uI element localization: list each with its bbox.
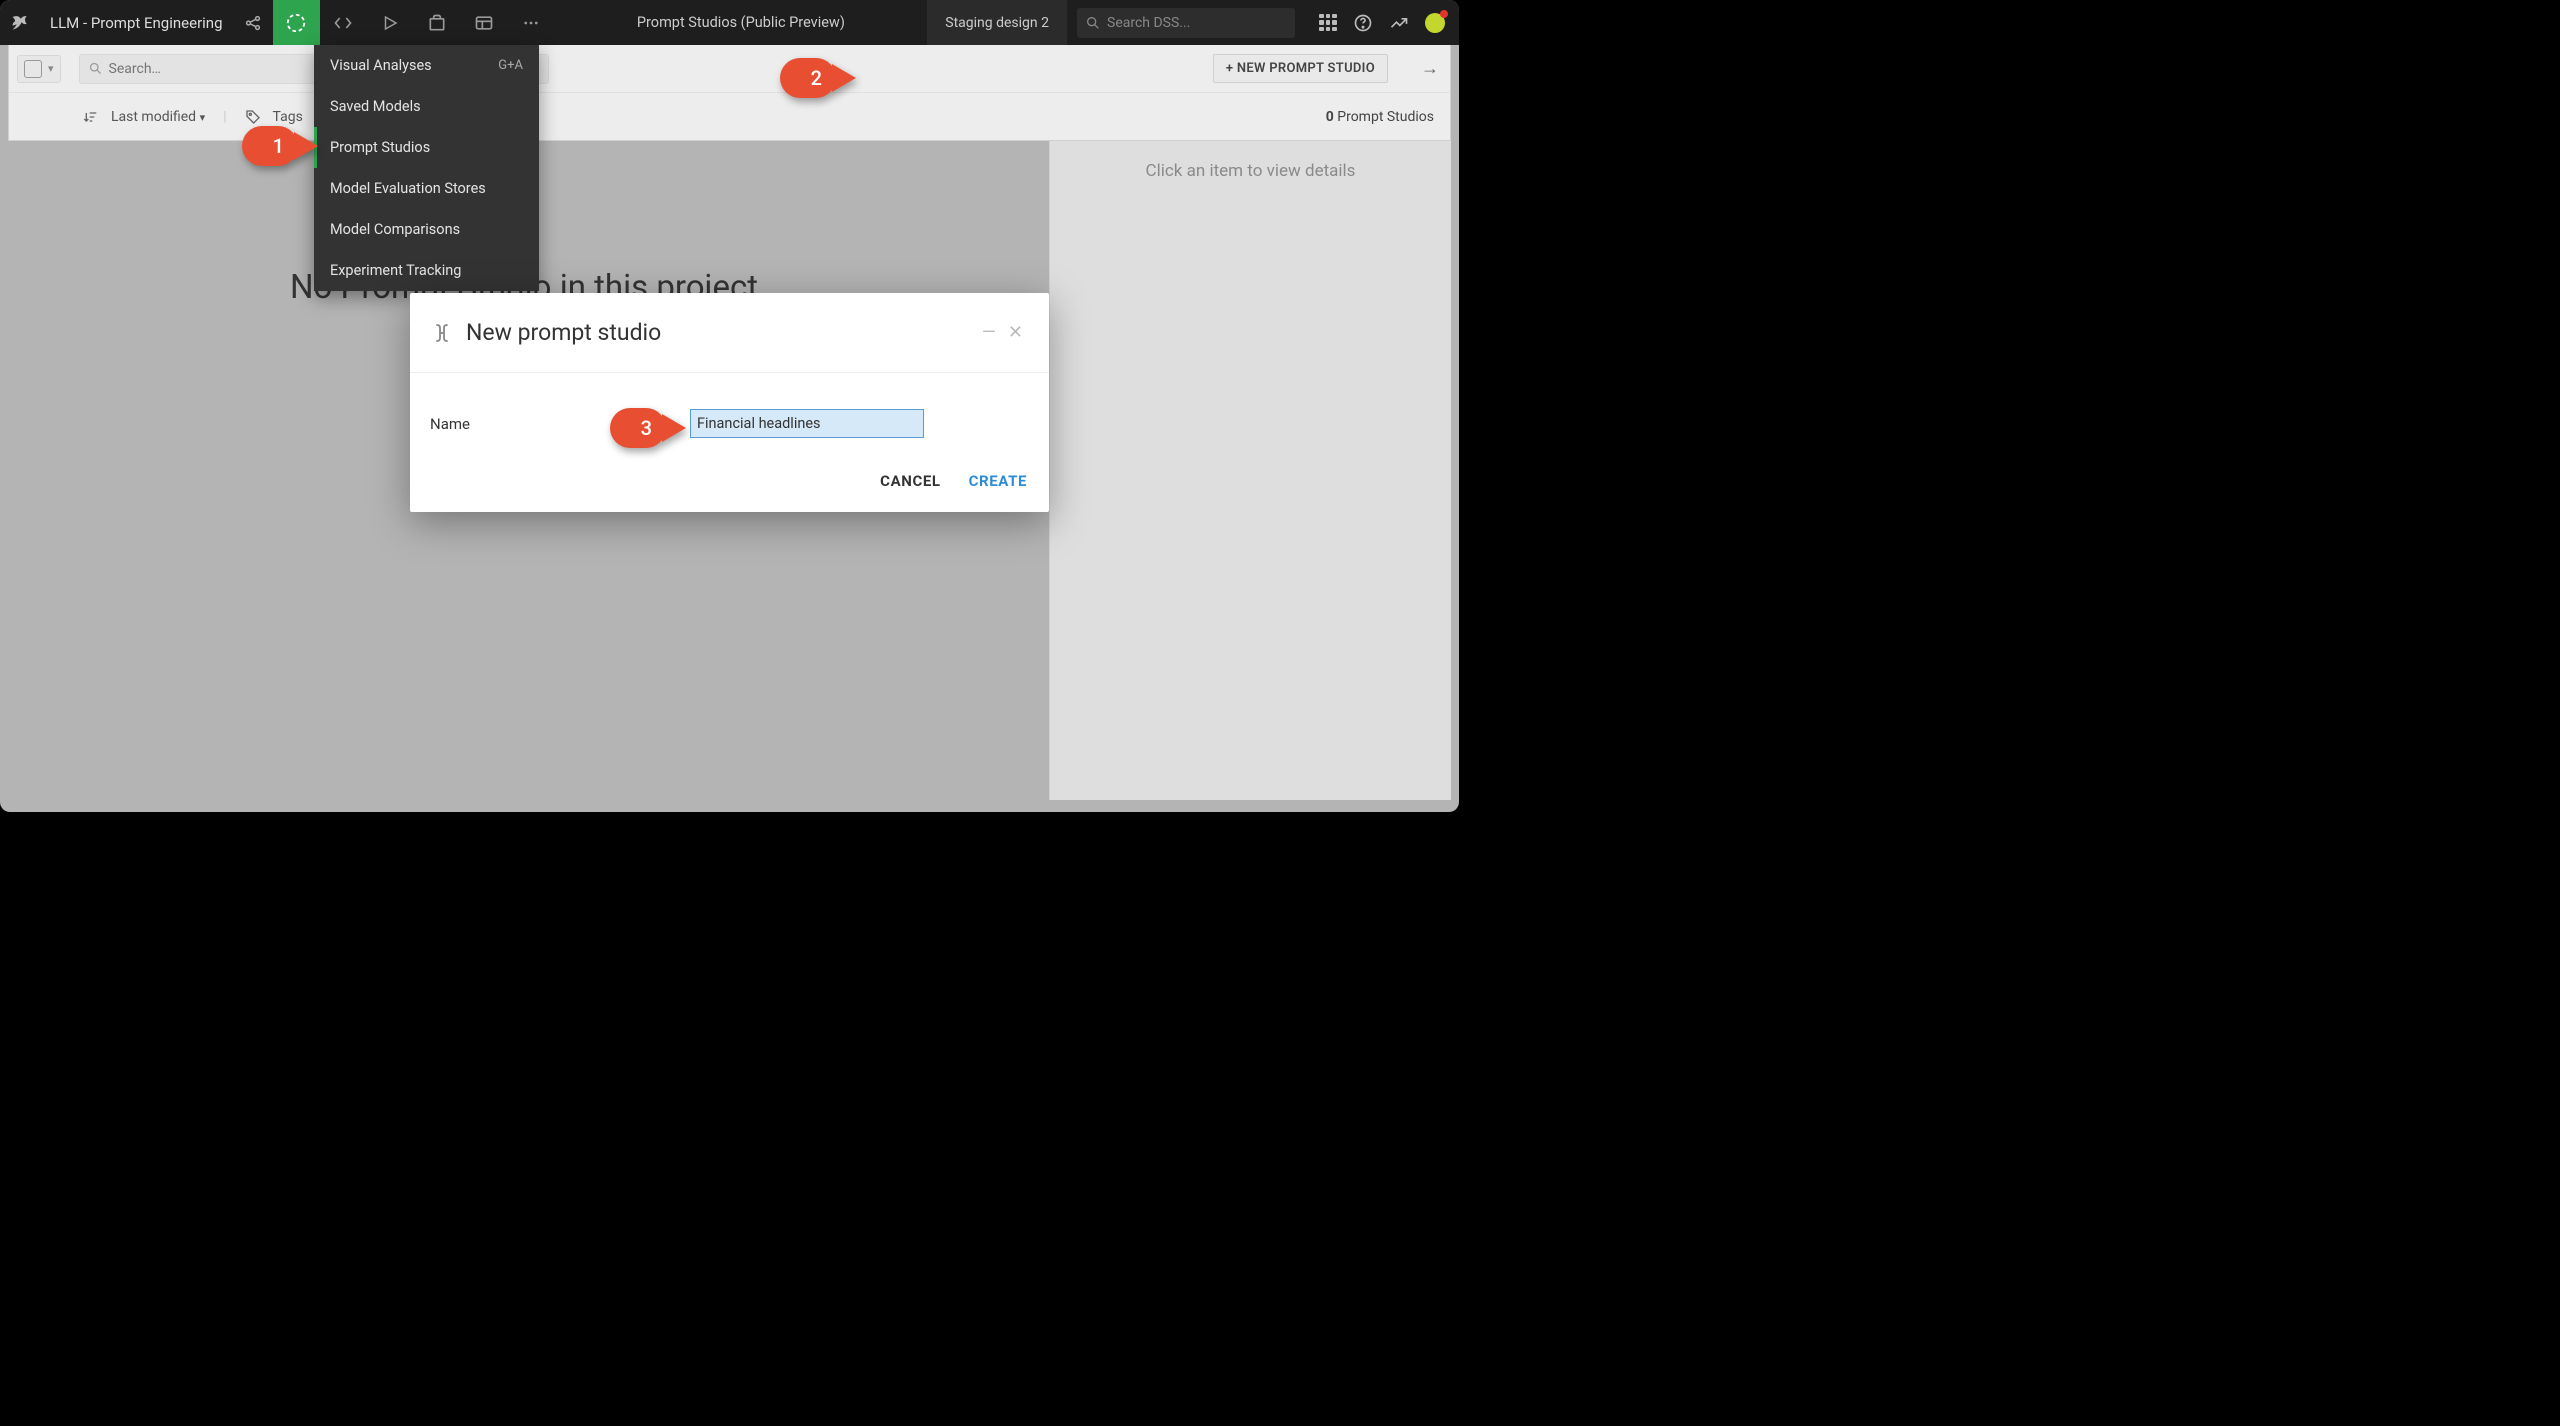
- topbar: LLM - Prompt Engineering Prompt: [0, 0, 1459, 45]
- name-input[interactable]: [690, 409, 924, 438]
- project-title[interactable]: LLM - Prompt Engineering: [40, 14, 233, 32]
- modal-title: New prompt studio: [466, 319, 976, 346]
- studio-count: 0 Prompt Studios: [1326, 109, 1450, 125]
- user-avatar[interactable]: [1425, 13, 1445, 33]
- nav-run-icon[interactable]: [367, 0, 414, 45]
- activity-icon[interactable]: [1389, 13, 1409, 33]
- minimize-icon[interactable]: —: [976, 318, 1002, 347]
- nav-code-icon[interactable]: [320, 0, 367, 45]
- nav-lab-icon[interactable]: [273, 0, 320, 45]
- sort-icon: [83, 109, 99, 125]
- annotation-1: 1: [242, 126, 298, 166]
- annotation-2: 2: [780, 58, 836, 98]
- lab-dropdown: Visual Analyses G+A Saved Models Prompt …: [314, 45, 539, 291]
- text-cursor-icon: [430, 321, 454, 345]
- cancel-button[interactable]: CANCEL: [880, 472, 940, 490]
- menu-experiment-tracking[interactable]: Experiment Tracking: [314, 250, 539, 291]
- menu-model-evaluation-stores[interactable]: Model Evaluation Stores: [314, 168, 539, 209]
- menu-model-comparisons[interactable]: Model Comparisons: [314, 209, 539, 250]
- details-placeholder: Click an item to view details: [1146, 161, 1356, 181]
- new-prompt-studio-modal: New prompt studio — ✕ Name CANCEL CREATE: [410, 293, 1049, 512]
- create-button[interactable]: CREATE: [969, 472, 1027, 490]
- help-icon[interactable]: [1353, 13, 1373, 33]
- select-all-checkbox[interactable]: ▾: [17, 55, 61, 83]
- close-icon[interactable]: ✕: [1002, 318, 1029, 347]
- search-dss[interactable]: Search DSS...: [1077, 8, 1295, 38]
- expand-arrow-icon[interactable]: →: [1410, 58, 1450, 79]
- search-icon: [1085, 15, 1101, 31]
- nav-box-icon[interactable]: [414, 0, 461, 45]
- nav-icons: [273, 0, 555, 45]
- annotation-3: 3: [610, 408, 666, 448]
- top-right-icons: [1305, 13, 1459, 33]
- nav-dashboard-icon[interactable]: [461, 0, 508, 45]
- search-placeholder: Search DSS...: [1107, 15, 1190, 31]
- menu-saved-models[interactable]: Saved Models: [314, 86, 539, 127]
- logo-bird-icon[interactable]: [0, 13, 40, 33]
- nav-more-icon[interactable]: [508, 0, 555, 45]
- breadcrumb-center: Prompt Studios (Public Preview): [555, 14, 928, 31]
- tag-icon: [245, 109, 261, 125]
- tab-staging-design[interactable]: Staging design 2: [927, 0, 1067, 45]
- menu-prompt-studios[interactable]: Prompt Studios: [314, 127, 539, 168]
- search-icon: [88, 61, 103, 76]
- sort-label[interactable]: Last modified ▾: [111, 109, 205, 125]
- details-panel: Click an item to view details: [1049, 141, 1451, 800]
- apps-grid-icon[interactable]: [1319, 14, 1337, 32]
- tags-label[interactable]: Tags: [273, 109, 303, 125]
- new-prompt-studio-button[interactable]: + NEW PROMPT STUDIO: [1213, 54, 1388, 83]
- subbar: ▾ + NEW PROMPT STUDIO → Last modified ▾ …: [8, 45, 1451, 141]
- menu-visual-analyses[interactable]: Visual Analyses G+A: [314, 45, 539, 86]
- share-icon[interactable]: [233, 14, 273, 32]
